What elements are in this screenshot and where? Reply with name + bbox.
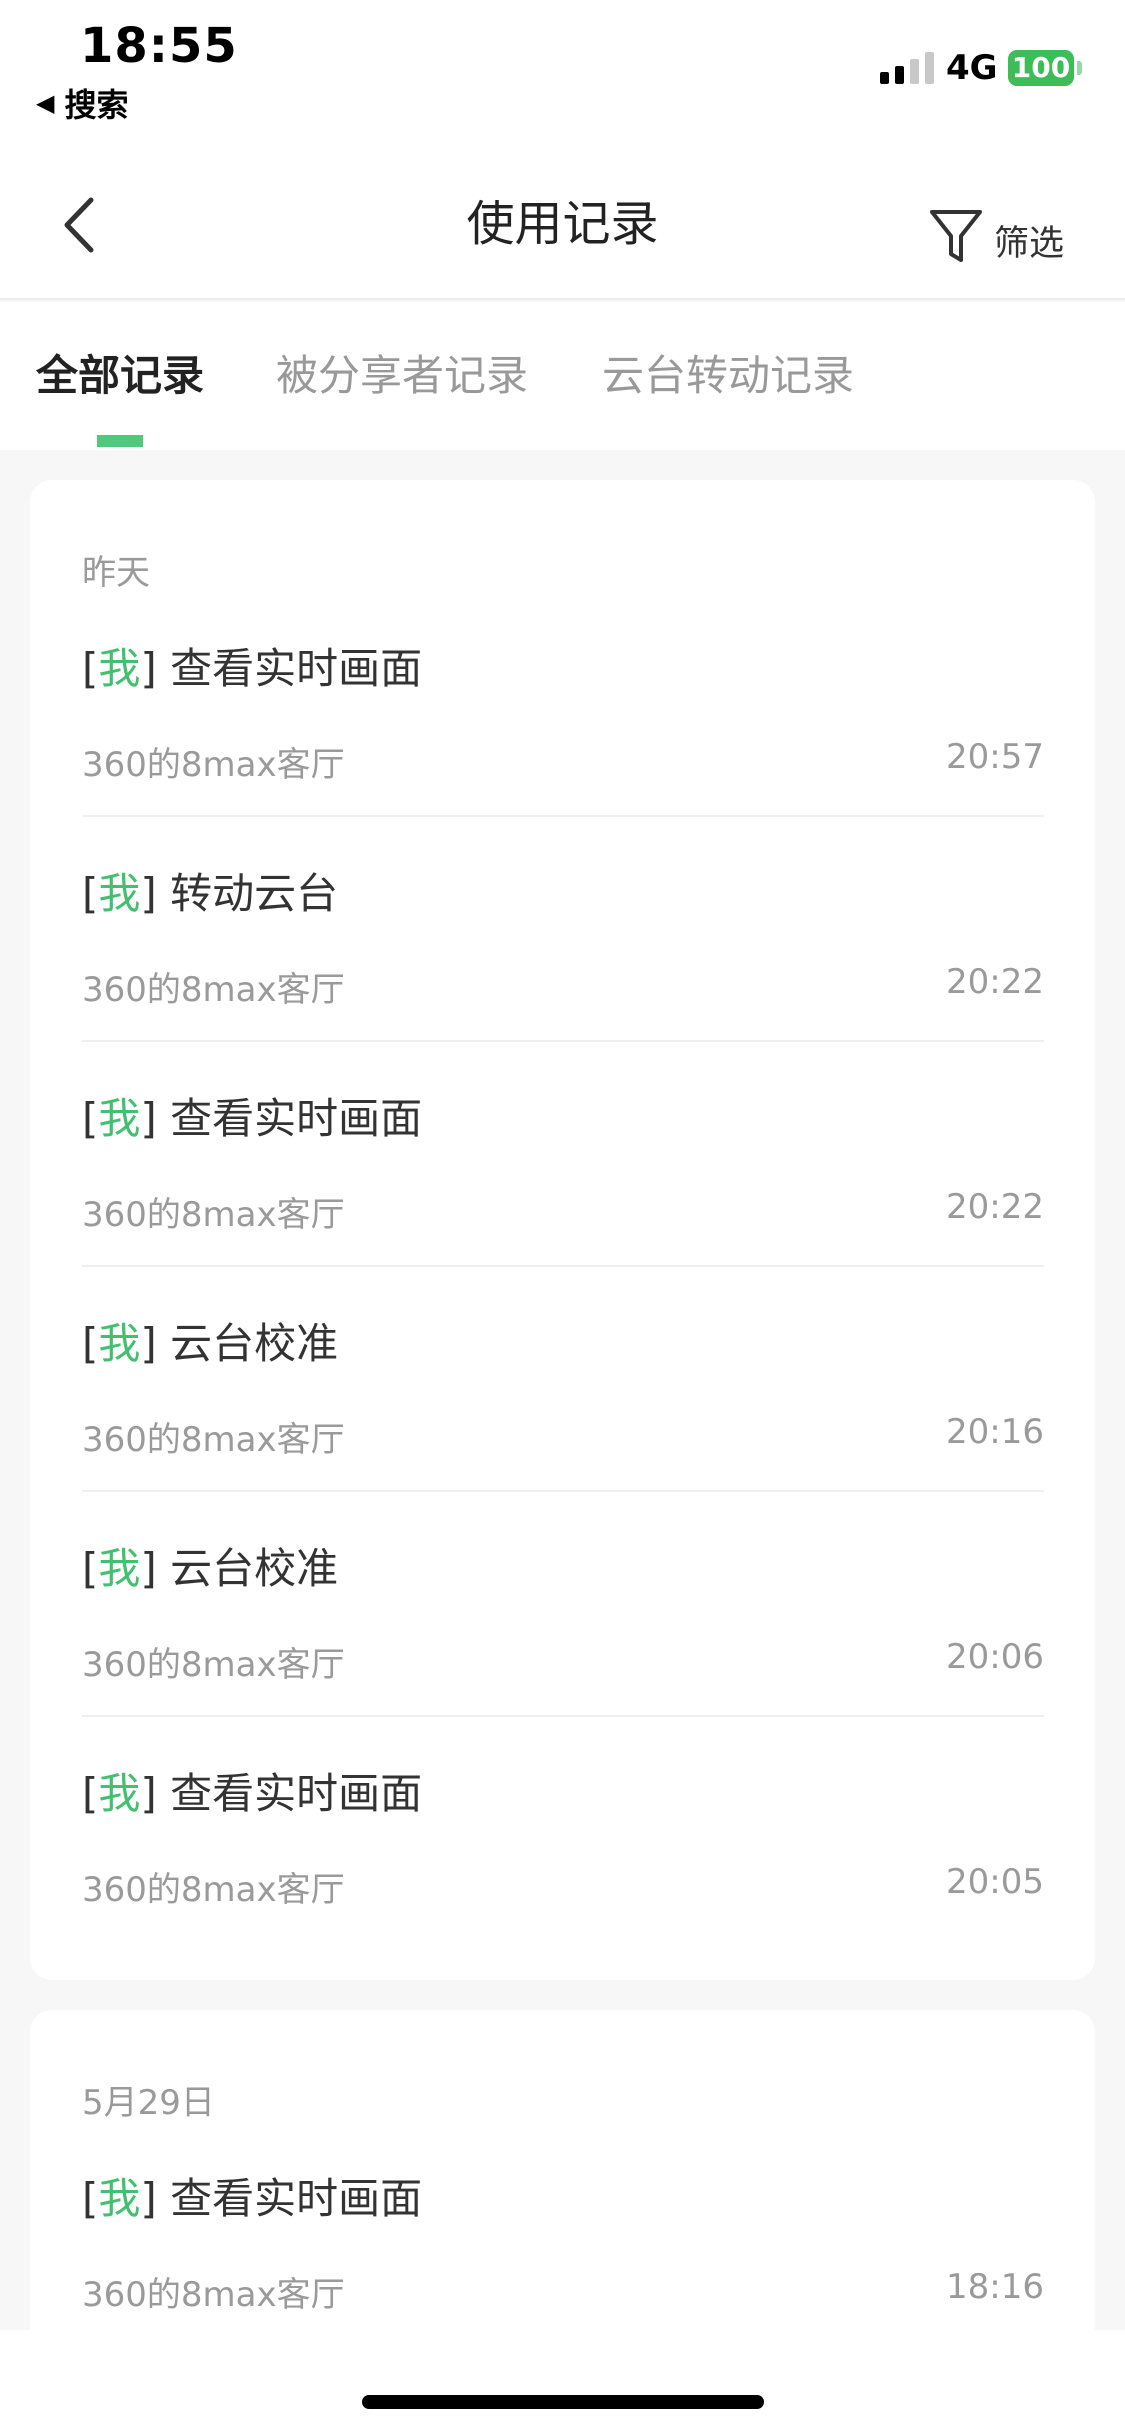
filter-label: 筛选 — [994, 223, 1065, 264]
status-bar: 18:55 ◀ 搜索 4G 100 — [0, 0, 1125, 160]
record-device: 360的8max客厅 — [82, 1645, 345, 1685]
tab-bar: 全部记录 被分享者记录 云台转动记录 — [0, 302, 1125, 450]
record-actor: 我 — [98, 1319, 141, 1368]
cellular-signal-icon — [880, 52, 934, 84]
list-item[interactable]: [我] 云台校准 360的8max客厅 20:06 — [82, 1535, 1044, 1760]
record-action-text: 查看实时画面 — [170, 644, 423, 693]
record-actor: 我 — [98, 2174, 141, 2223]
record-action-text: 查看实时画面 — [170, 1094, 423, 1143]
record-actor: 我 — [98, 644, 141, 693]
record-action-text: 云台校准 — [170, 1544, 339, 1593]
back-triangle-icon: ◀ — [36, 89, 55, 117]
record-time: 20:16 — [946, 1412, 1044, 1452]
list-item[interactable]: [我] 查看实时画面 360的8max客厅 20:05 — [82, 1760, 1044, 1980]
list-item[interactable]: [我] 转动云台 360的8max客厅 20:22 — [82, 860, 1044, 1085]
record-time: 20:05 — [946, 1862, 1044, 1902]
record-group-card: 昨天 [我] 查看实时画面 360的8max客厅 20:57 [我] 转动云台 … — [30, 480, 1095, 1980]
record-time: 18:16 — [946, 2267, 1044, 2307]
record-action: [我] 查看实时画面 — [82, 644, 423, 693]
record-actor: 我 — [98, 1544, 141, 1593]
funnel-icon — [930, 210, 982, 262]
record-action: [我] 查看实时画面 — [82, 1094, 423, 1143]
battery-cap — [1077, 61, 1082, 75]
record-time: 20:22 — [946, 1187, 1044, 1227]
navigation-bar: 使用记录 筛选 — [0, 160, 1125, 300]
divider — [82, 1490, 1044, 1492]
back-to-app-link[interactable]: ◀ 搜索 — [36, 80, 128, 126]
record-action: [我] 转动云台 — [82, 869, 339, 918]
list-item[interactable]: [我] 查看实时画面 360的8max客厅 20:22 — [82, 1085, 1044, 1310]
record-device: 360的8max客厅 — [82, 1195, 345, 1235]
list-item[interactable]: [我] 查看实时画面 360的8max客厅 20:57 — [82, 635, 1044, 860]
back-app-label: 搜索 — [64, 86, 129, 124]
list-item[interactable]: [我] 云台校准 360的8max客厅 20:16 — [82, 1310, 1044, 1535]
record-action-text: 查看实时画面 — [170, 1769, 423, 1818]
record-actor: 我 — [98, 869, 141, 918]
filter-button[interactable]: 筛选 — [928, 206, 1064, 266]
record-actor: 我 — [98, 1769, 141, 1818]
divider — [82, 1715, 1044, 1717]
record-device: 360的8max客厅 — [82, 1420, 345, 1460]
screen: 18:55 ◀ 搜索 4G 100 使用记录 筛选 全部记录 被分享者记录 云台 — [0, 0, 1125, 2436]
record-time: 20:06 — [946, 1637, 1044, 1677]
divider — [82, 1040, 1044, 1042]
record-device: 360的8max客厅 — [82, 970, 345, 1010]
active-tab-indicator — [97, 435, 143, 447]
group-date: 5月29日 — [82, 2083, 215, 2123]
record-device: 360的8max客厅 — [82, 1870, 345, 1910]
tab-ptz-rotation-records[interactable]: 云台转动记录 — [602, 342, 854, 403]
record-action: [我] 云台校准 — [82, 1544, 339, 1593]
status-time: 18:55 — [80, 18, 238, 74]
tab-all-records[interactable]: 全部记录 — [36, 342, 204, 403]
record-time: 20:22 — [946, 962, 1044, 1002]
record-action: [我] 查看实时画面 — [82, 2174, 423, 2223]
tab-shared-user-records[interactable]: 被分享者记录 — [276, 342, 528, 403]
record-time: 20:57 — [946, 737, 1044, 777]
record-actor: 我 — [98, 1094, 141, 1143]
home-indicator[interactable] — [362, 2395, 764, 2409]
record-action-text: 转动云台 — [170, 869, 339, 918]
record-action: [我] 云台校准 — [82, 1319, 339, 1368]
record-action-text: 查看实时画面 — [170, 2174, 423, 2223]
divider — [82, 1265, 1044, 1267]
battery-level: 100 — [1011, 51, 1071, 84]
group-date: 昨天 — [82, 553, 150, 593]
record-action: [我] 查看实时画面 — [82, 1769, 423, 1818]
divider — [82, 815, 1044, 817]
home-bar-area — [0, 2330, 1125, 2436]
network-type: 4G — [946, 48, 998, 88]
record-action-text: 云台校准 — [170, 1319, 339, 1368]
record-device: 360的8max客厅 — [82, 745, 345, 785]
record-device: 360的8max客厅 — [82, 2275, 345, 2315]
battery-icon: 100 — [1008, 50, 1074, 86]
